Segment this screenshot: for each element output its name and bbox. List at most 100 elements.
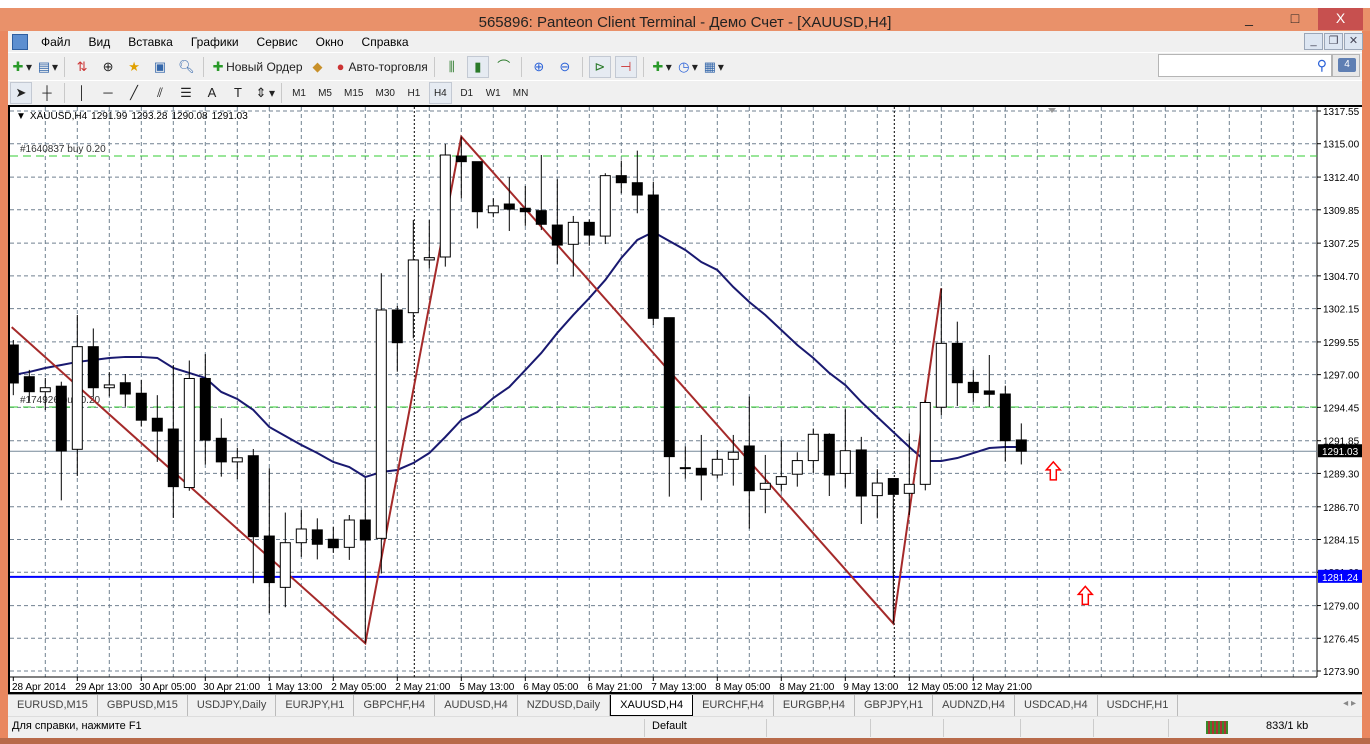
auto-trading-label: Авто-торговля bbox=[348, 59, 428, 74]
equidistant-channel-button[interactable]: ⫽ bbox=[149, 82, 171, 104]
chart-shift-button[interactable]: ⊣ bbox=[614, 55, 637, 78]
line-chart-button[interactable]: ⌒ bbox=[493, 56, 515, 78]
bull-candle bbox=[39, 387, 51, 393]
zoom-in-button[interactable]: ⊕ bbox=[528, 56, 550, 78]
tab-eurchf-h4[interactable]: EURCHF,H4 bbox=[693, 695, 774, 716]
periods-button[interactable]: ◷ ▾ bbox=[676, 56, 698, 78]
menu-view[interactable]: Вид bbox=[80, 35, 120, 49]
tab-eurusd-m15[interactable]: EURUSD,M15 bbox=[8, 695, 98, 716]
menu-tools[interactable]: Сервис bbox=[248, 35, 307, 49]
tab-usdcad-h4[interactable]: USDCAD,H4 bbox=[1015, 695, 1098, 716]
cursor-button[interactable]: ➤ bbox=[10, 82, 32, 104]
bull-candle bbox=[935, 342, 947, 408]
menu-window[interactable]: Окно bbox=[307, 35, 353, 49]
bar-chart-button[interactable]: ⫼ bbox=[441, 56, 463, 78]
app-icon[interactable] bbox=[12, 33, 28, 50]
tf-h1[interactable]: H1 bbox=[403, 82, 425, 104]
tf-d1[interactable]: D1 bbox=[456, 82, 478, 104]
menu-file[interactable]: Файл bbox=[32, 35, 80, 49]
tf-m15[interactable]: M15 bbox=[340, 82, 367, 104]
market-watch-button[interactable]: ⇅ bbox=[71, 56, 93, 78]
bear-candle bbox=[647, 194, 659, 319]
time-tick-label: 6 May 05:00 bbox=[523, 682, 578, 693]
text-button[interactable]: A bbox=[201, 82, 223, 104]
metaeditor-button[interactable]: ◆ bbox=[307, 56, 329, 78]
horizontal-line-button[interactable]: ─ bbox=[97, 82, 119, 104]
tab-scroll-arrows-icon[interactable]: ◂ ▸ bbox=[1343, 698, 1356, 709]
close-button[interactable]: X bbox=[1318, 8, 1363, 30]
messages-button[interactable]: 4 bbox=[1332, 54, 1360, 77]
chart-canvas[interactable]: #1640837 buy 0.20#174926 buy 0.201317.55… bbox=[10, 107, 1364, 696]
mdi-minimize-button[interactable]: _ bbox=[1304, 33, 1323, 50]
arrows-button[interactable]: ⇕ ▾ bbox=[253, 82, 275, 104]
mdi-restore-button[interactable]: ❐ bbox=[1324, 33, 1343, 50]
hline-price-label: 1281.24 bbox=[1322, 573, 1359, 584]
bear-candle bbox=[519, 207, 531, 213]
maximize-button[interactable]: □ bbox=[1272, 8, 1318, 30]
crosshair-icon: ┼ bbox=[42, 85, 52, 100]
time-tick-label: 28 Apr 2014 bbox=[12, 682, 66, 693]
zoom-in-icon: ⊕ bbox=[533, 58, 545, 74]
messages-icon: 4 bbox=[1338, 58, 1356, 72]
clock-icon: ◷ bbox=[678, 58, 690, 74]
time-tick-label: 9 May 13:00 bbox=[843, 682, 898, 693]
candlestick-button[interactable]: ▮ bbox=[466, 55, 489, 78]
bid-price-label: 1291.03 bbox=[1322, 447, 1359, 458]
data-window-button[interactable]: ⊕ bbox=[97, 56, 119, 78]
bull-candle bbox=[775, 476, 787, 485]
zoom-out-button[interactable]: ⊖ bbox=[554, 56, 576, 78]
text-label-button[interactable]: T bbox=[227, 82, 249, 104]
navigator-button[interactable]: ★ bbox=[123, 56, 145, 78]
tf-mn[interactable]: MN bbox=[509, 82, 533, 104]
auto-scroll-button[interactable]: ⊳ bbox=[588, 55, 611, 78]
new-chart-button[interactable]: ✚ ▾ bbox=[10, 56, 32, 78]
crosshair-button[interactable]: ┼ bbox=[36, 82, 58, 104]
connection-status-icon[interactable] bbox=[1206, 721, 1228, 734]
collapse-triangle-icon[interactable]: ▼ bbox=[16, 111, 26, 122]
tab-audnzd-h4[interactable]: AUDNZD,H4 bbox=[933, 695, 1016, 716]
tab-eurgbp-h4[interactable]: EURGBP,H4 bbox=[774, 695, 855, 716]
trendline-button[interactable]: ╱ bbox=[123, 82, 145, 104]
tab-gbpjpy-h1[interactable]: GBPJPY,H1 bbox=[855, 695, 934, 716]
tab-gbpchf-h4[interactable]: GBPCHF,H4 bbox=[354, 695, 436, 716]
search-input[interactable]: ⚲ bbox=[1158, 54, 1332, 77]
text-label-icon: T bbox=[234, 85, 242, 100]
tf-m30[interactable]: M30 bbox=[371, 82, 398, 104]
line-chart-icon: ⌒ bbox=[497, 58, 511, 74]
tab-usdjpy-daily[interactable]: USDJPY,Daily bbox=[188, 695, 277, 716]
menu-help[interactable]: Справка bbox=[353, 35, 418, 49]
mdi-close-button[interactable]: ✕ bbox=[1344, 33, 1363, 50]
minimize-button[interactable]: _ bbox=[1226, 8, 1272, 30]
tab-nzdusd-daily[interactable]: NZDUSD,Daily bbox=[518, 695, 611, 716]
tf-w1[interactable]: W1 bbox=[482, 82, 505, 104]
strategy-tester-button[interactable]: 🔍︎ bbox=[175, 56, 197, 78]
templates-icon: ▦ bbox=[703, 58, 716, 74]
menu-charts[interactable]: Графики bbox=[182, 35, 248, 49]
chart-header: ▼ XAUUSD,H4 1291.99 1293.28 1290.08 1291… bbox=[16, 111, 248, 122]
search-icon[interactable]: ⚲ bbox=[1317, 57, 1327, 74]
auto-trading-button[interactable]: ● Авто-торговля bbox=[333, 56, 428, 78]
terminal-button[interactable]: ▣ bbox=[149, 56, 171, 78]
tab-xauusd-h4[interactable]: XAUUSD,H4 bbox=[610, 695, 694, 716]
status-traffic: 833/1 kb bbox=[1266, 720, 1309, 732]
price-chart[interactable]: #1640837 buy 0.20 #174926 buy 0.20 1317.55… bbox=[8, 105, 1362, 694]
tf-m1[interactable]: M1 bbox=[288, 82, 310, 104]
menu-bar: Файл Вид Вставка Графики Сервис Окно Спр… bbox=[8, 31, 1363, 52]
menu-insert[interactable]: Вставка bbox=[119, 35, 182, 49]
tab-eurjpy-h1[interactable]: EURJPY,H1 bbox=[276, 695, 355, 716]
tf-m5[interactable]: M5 bbox=[314, 82, 336, 104]
tab-audusd-h4[interactable]: AUDUSD,H4 bbox=[435, 695, 518, 716]
bear-candle bbox=[87, 346, 99, 389]
vertical-line-button[interactable]: │ bbox=[71, 82, 93, 104]
indicators-button[interactable]: ✚ ▾ bbox=[650, 56, 671, 78]
new-order-button[interactable]: ✚ Новый Ордер bbox=[210, 56, 303, 78]
templates-button[interactable]: ▦ ▾ bbox=[702, 56, 724, 78]
price-tick-label: 1276.45 bbox=[1323, 634, 1360, 645]
fibonacci-button[interactable]: ☰ bbox=[175, 82, 197, 104]
tab-gbpusd-m15[interactable]: GBPUSD,M15 bbox=[98, 695, 188, 716]
bull-candle bbox=[711, 458, 723, 476]
bear-candle bbox=[615, 175, 627, 184]
tab-usdchf-h1[interactable]: USDCHF,H1 bbox=[1098, 695, 1179, 716]
tf-h4[interactable]: H4 bbox=[428, 82, 452, 104]
profiles-button[interactable]: ▤ ▾ bbox=[36, 56, 58, 78]
